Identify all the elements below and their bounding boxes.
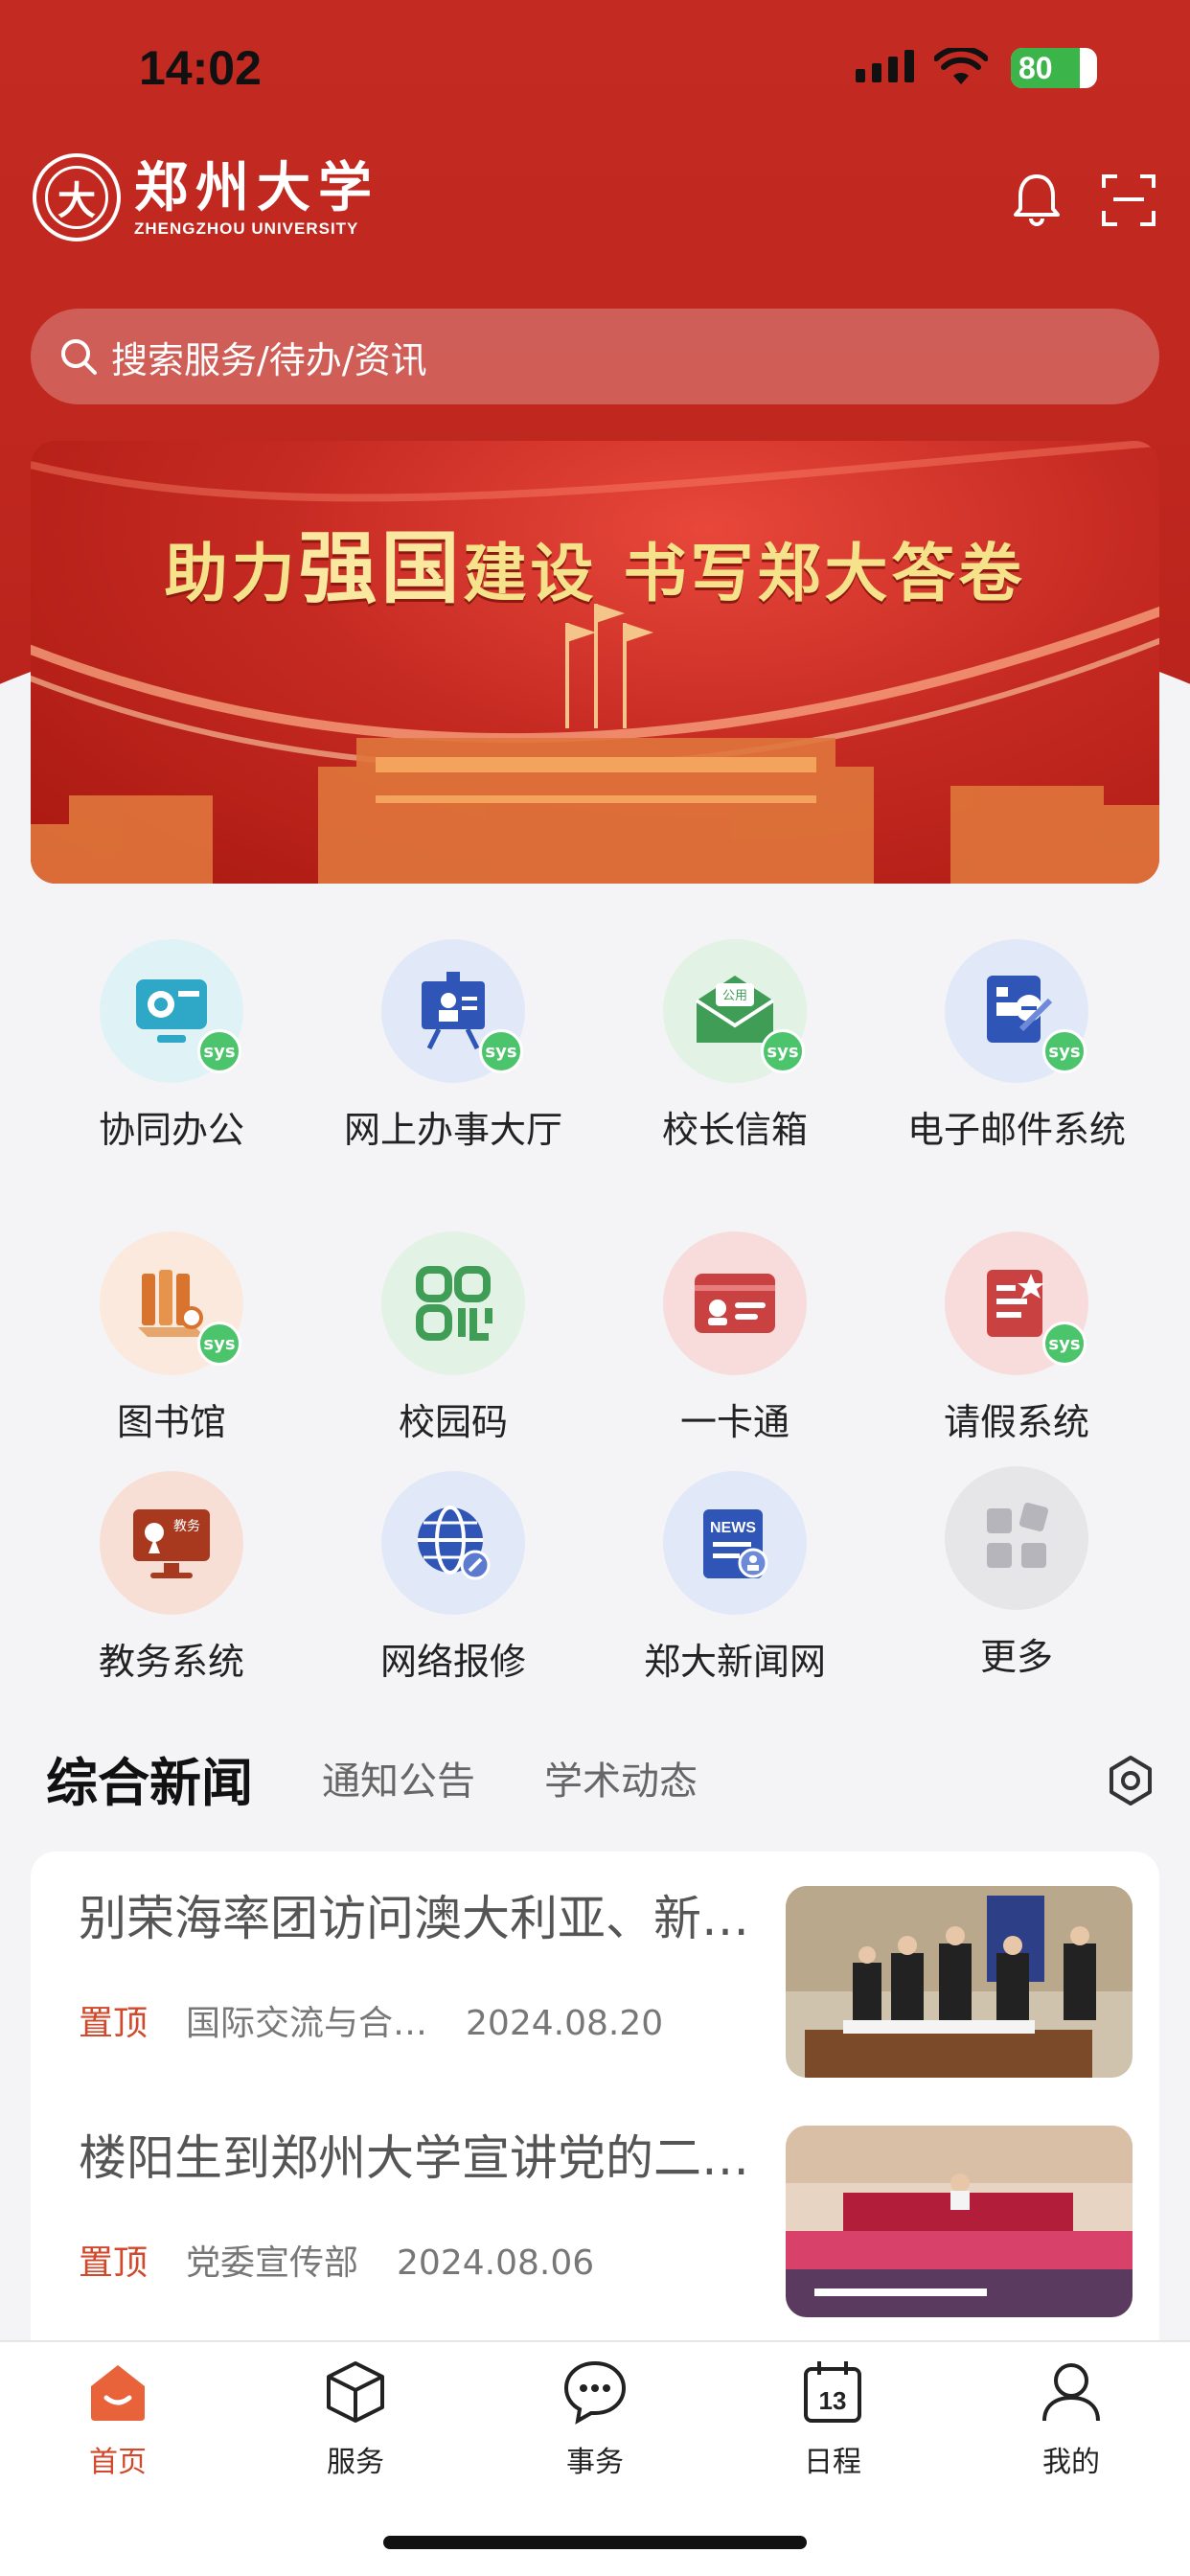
app-label: 一卡通 bbox=[679, 1401, 790, 1443]
app-label: 校园码 bbox=[398, 1401, 508, 1443]
news-item[interactable]: 别荣海率团访问澳大利亚、新西兰高校 置顶国际交流与合… 2024.08.20 bbox=[79, 1852, 1133, 2078]
news-date: 2024.08.06 bbox=[397, 2243, 595, 2283]
news-tabs: 综合新闻 通知公告 学术动态 bbox=[46, 1735, 1157, 1821]
search-bar[interactable]: 搜索服务/待办/资讯 bbox=[31, 309, 1159, 404]
sys-badge: sys bbox=[761, 1029, 805, 1073]
service-box-icon bbox=[327, 2361, 384, 2423]
chat-bubble-icon bbox=[563, 2360, 627, 2425]
gear-icon[interactable] bbox=[1104, 1754, 1157, 1807]
collaboration-office-icon: sys bbox=[100, 939, 243, 1083]
president-mailbox-icon: 公用 sys bbox=[663, 939, 807, 1083]
tab-notices[interactable]: 通知公告 bbox=[322, 1750, 475, 1806]
news-site-icon: NEWS bbox=[663, 1471, 807, 1615]
home-indicator bbox=[383, 2536, 807, 2549]
calendar-icon: 13 bbox=[804, 2361, 861, 2423]
sys-badge: sys bbox=[479, 1029, 523, 1073]
svg-text:NEWS: NEWS bbox=[710, 1520, 756, 1536]
tab-service[interactable]: 服务 bbox=[279, 2358, 432, 2480]
svg-text:公用: 公用 bbox=[722, 989, 747, 1003]
tab-home[interactable]: 首页 bbox=[41, 2358, 195, 2480]
online-service-hall-icon: sys bbox=[381, 939, 525, 1083]
search-placeholder: 搜索服务/待办/资讯 bbox=[111, 338, 427, 381]
sys-badge: sys bbox=[197, 1322, 241, 1366]
app-label: 更多 bbox=[979, 1636, 1053, 1678]
sys-badge: sys bbox=[197, 1029, 241, 1073]
news-meta: 置顶 党委宣传部 2024.08.06 bbox=[79, 2235, 594, 2285]
app-campus-card[interactable]: 一卡通 bbox=[594, 1231, 876, 1448]
campus-code-icon bbox=[381, 1231, 525, 1375]
more-grid-icon bbox=[945, 1466, 1088, 1610]
app-email-system[interactable]: sys 电子邮件系统 bbox=[876, 939, 1157, 1156]
app-academic-affairs[interactable]: 教务 教务系统 bbox=[31, 1471, 312, 1688]
tab-affairs[interactable]: 事务 bbox=[518, 2358, 672, 2480]
search-icon bbox=[61, 339, 97, 375]
news-thumbnail bbox=[786, 1886, 1133, 2078]
banner-slogan: 助力强国建设 书写郑大答卷 bbox=[164, 523, 1026, 614]
news-meta: 置顶 国际交流与合… 2024.08.20 bbox=[79, 1995, 663, 2045]
scan-icon[interactable] bbox=[1100, 171, 1157, 228]
news-source: 国际交流与合… bbox=[186, 2004, 428, 2043]
cellular-signal-icon bbox=[856, 50, 914, 82]
app-leave-system[interactable]: sys 请假系统 bbox=[876, 1231, 1157, 1448]
sys-badge: sys bbox=[1042, 1029, 1087, 1073]
news-item[interactable]: 楼阳生到郑州大学宣讲党的二十届三中全会精神 置顶党委宣传部 2024.08.06 bbox=[79, 2091, 1133, 2317]
app-label: 请假系统 bbox=[943, 1401, 1089, 1443]
profile-icon bbox=[1042, 2363, 1100, 2422]
university-name-en: ZHENGZHOU UNIVERSITY bbox=[134, 219, 359, 238]
news-date: 2024.08.20 bbox=[466, 2004, 664, 2043]
svg-text:教务: 教务 bbox=[173, 1519, 200, 1534]
app-more[interactable]: 更多 bbox=[876, 1466, 1157, 1683]
news-list: 别荣海率团访问澳大利亚、新西兰高校 置顶国际交流与合…2024.08.20 楼阳… bbox=[31, 1852, 1159, 2350]
promo-banner[interactable]: 助力强国建设 书写郑大答卷 bbox=[31, 441, 1159, 884]
university-logo: 大 郑州大学 ZHENGZHOU UNIVERSITY bbox=[33, 153, 379, 242]
app-label: 网络报修 bbox=[379, 1641, 526, 1683]
academic-affairs-icon: 教务 bbox=[100, 1471, 243, 1615]
news-source: 党委宣传部 bbox=[186, 2243, 359, 2283]
news-thumbnail bbox=[786, 2126, 1133, 2317]
news-title: 别荣海率团访问澳大利亚、新西兰高校 bbox=[79, 1891, 759, 1946]
battery-percent: 80 bbox=[1018, 51, 1053, 85]
sys-badge: sys bbox=[1042, 1322, 1087, 1366]
app-label: 校长信箱 bbox=[661, 1109, 808, 1151]
university-seal-icon: 大 bbox=[33, 153, 121, 242]
pinned-tag: 置顶 bbox=[79, 2243, 149, 2283]
news-title: 楼阳生到郑州大学宣讲党的二十届三中全会精神 bbox=[79, 2130, 759, 2186]
tab-general-news[interactable]: 综合新闻 bbox=[46, 1740, 253, 1816]
tab-profile[interactable]: 我的 bbox=[995, 2358, 1148, 2480]
app-label: 网上办事大厅 bbox=[343, 1109, 562, 1151]
pinned-tag: 置顶 bbox=[79, 2004, 149, 2043]
app-president-mailbox[interactable]: 公用 sys 校长信箱 bbox=[594, 939, 876, 1156]
leave-system-icon: sys bbox=[945, 1231, 1088, 1375]
home-icon bbox=[91, 2365, 145, 2421]
app-campus-code[interactable]: 校园码 bbox=[312, 1231, 594, 1448]
status-bar: 14:02 80 bbox=[0, 0, 1190, 144]
campus-card-icon bbox=[663, 1231, 807, 1375]
tab-label: 事务 bbox=[566, 2446, 624, 2479]
tab-label: 服务 bbox=[327, 2446, 384, 2479]
app-network-repair[interactable]: 网络报修 bbox=[312, 1471, 594, 1688]
app-label: 图书馆 bbox=[116, 1401, 226, 1443]
app-label: 电子邮件系统 bbox=[906, 1109, 1126, 1151]
tab-schedule[interactable]: 13 日程 bbox=[756, 2358, 909, 2480]
tab-label: 首页 bbox=[89, 2446, 147, 2479]
app-library[interactable]: sys 图书馆 bbox=[31, 1231, 312, 1448]
svg-text:13: 13 bbox=[819, 2386, 847, 2415]
network-repair-icon bbox=[381, 1471, 525, 1615]
status-time: 14:02 bbox=[139, 41, 262, 95]
battery-icon: 80 bbox=[1011, 48, 1097, 88]
email-system-icon: sys bbox=[945, 939, 1088, 1083]
tab-label: 日程 bbox=[804, 2446, 861, 2479]
app-collaboration-office[interactable]: sys 协同办公 bbox=[31, 939, 312, 1156]
library-icon: sys bbox=[100, 1231, 243, 1375]
university-name-cn: 郑州大学 bbox=[134, 156, 379, 219]
app-news-site[interactable]: NEWS 郑大新闻网 bbox=[594, 1471, 876, 1688]
app-label: 协同办公 bbox=[98, 1109, 244, 1151]
app-label: 郑大新闻网 bbox=[643, 1641, 826, 1683]
app-online-service-hall[interactable]: sys 网上办事大厅 bbox=[312, 939, 594, 1156]
tab-label: 我的 bbox=[1042, 2446, 1100, 2479]
tab-academic-news[interactable]: 学术动态 bbox=[544, 1750, 698, 1806]
bell-icon[interactable] bbox=[1008, 171, 1065, 228]
app-label: 教务系统 bbox=[98, 1641, 244, 1683]
wifi-icon bbox=[934, 48, 988, 84]
